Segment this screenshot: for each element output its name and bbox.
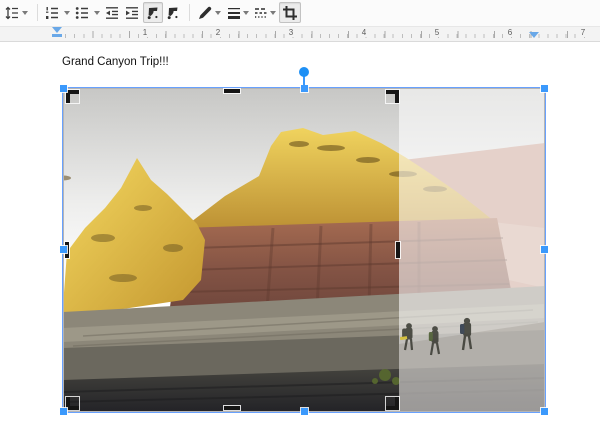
rotation-handle[interactable] [299,67,309,77]
resize-handle-middle-right[interactable] [541,246,548,253]
crop-corner-handle-top-right[interactable] [386,90,399,103]
decrease-indent-button[interactable] [102,2,122,23]
ruler-number: 2 [213,28,223,37]
line-spacing-icon [5,6,18,19]
crop-corner-handle-bottom-left[interactable] [66,397,79,410]
paint-can-icon [147,7,158,19]
bulleted-list-icon [75,6,88,19]
document-title-text[interactable]: Grand Canyon Trip!!! [62,56,169,68]
paint-can-icon [167,7,178,19]
numbered-list-icon [46,6,58,19]
fill-color-button[interactable] [143,2,163,23]
grand-canyon-photo [63,88,545,412]
decrease-indent-icon [106,6,118,19]
first-line-indent-icon [52,27,62,33]
line-dash-icon [255,7,267,18]
ruler-number: 7 [578,28,588,37]
ruler-number: 1 [140,28,150,37]
resize-handle-middle-left[interactable] [60,246,67,253]
resize-handle-bottom-left[interactable] [60,408,67,415]
increase-indent-button[interactable] [122,2,142,23]
resize-handle-top-left[interactable] [60,85,67,92]
google-docs-canvas: 1 2 3 4 5 6 7 Grand Canyon Trip!!! [0,0,600,422]
fill-color-alt-button[interactable] [163,2,183,23]
left-indent-bar-icon [52,34,62,37]
crop-edge-handle-right[interactable] [396,242,400,258]
resize-handle-bottom-right[interactable] [541,408,548,415]
crop-edge-handle-top[interactable] [224,89,240,93]
document-page[interactable]: Grand Canyon Trip!!! [0,43,600,422]
right-indent-marker[interactable] [529,32,539,38]
increase-indent-icon [126,6,138,19]
numbered-list-button[interactable] [42,2,62,23]
resize-handle-top-right[interactable] [541,85,548,92]
line-spacing-dropdown[interactable] [20,2,30,23]
line-weight-dropdown[interactable] [241,2,251,23]
line-dash-dropdown[interactable] [268,2,278,23]
pencil-icon [199,6,212,19]
line-spacing-button[interactable] [2,2,22,23]
toolbar-separator [37,4,38,21]
crop-icon [283,5,297,20]
selected-image[interactable] [60,67,548,415]
ruler-number: 6 [505,28,515,37]
ruler[interactable]: 1 2 3 4 5 6 7 [0,26,600,42]
line-color-dropdown[interactable] [213,2,223,23]
bulleted-list-dropdown[interactable] [92,2,102,23]
toolbar-separator [189,4,190,21]
crop-edge-handle-bottom[interactable] [224,406,240,410]
ruler-number: 3 [286,28,296,37]
ruler-number: 4 [359,28,369,37]
numbered-list-dropdown[interactable] [62,2,72,23]
crop-corner-handle-bottom-right[interactable] [386,397,399,410]
toolbar [0,0,600,26]
line-weight-icon [228,7,240,19]
crop-corner-handle-top-left[interactable] [66,90,79,103]
ruler-number: 5 [432,28,442,37]
resize-handle-bottom-center[interactable] [301,408,308,415]
crop-image-button[interactable] [279,2,301,23]
left-indent-marker[interactable] [52,27,64,39]
bulleted-list-button[interactable] [72,2,92,23]
line-color-button[interactable] [195,2,215,23]
